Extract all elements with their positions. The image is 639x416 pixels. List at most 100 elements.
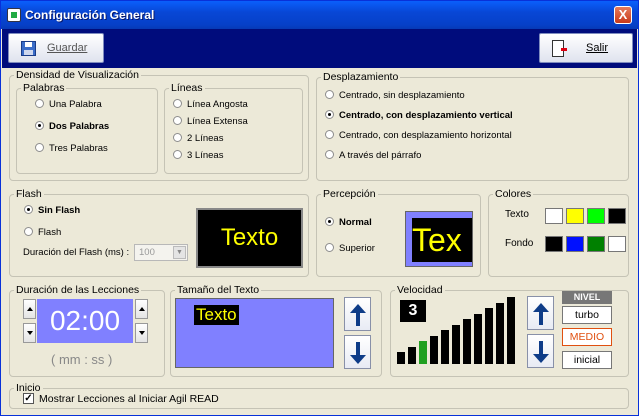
radio-label: Normal <box>339 217 372 228</box>
seconds-up-button[interactable] <box>135 299 148 319</box>
radio-label: Superior <box>339 243 375 254</box>
arrow-shaft <box>356 312 360 326</box>
speed-increase-button[interactable] <box>527 296 554 330</box>
exit-button[interactable]: Salir <box>539 33 633 63</box>
arrow-shaft <box>356 342 360 356</box>
flash-duration-select[interactable]: 100 ▼ <box>134 244 188 261</box>
words-legend: Palabras <box>23 82 65 94</box>
lesson-duration-legend: Duración de las Lecciones <box>16 284 140 296</box>
text-color-swatch[interactable] <box>587 208 605 224</box>
radio-label: Sin Flash <box>38 205 81 216</box>
triangle-down-icon <box>27 331 33 335</box>
radio-no-flash[interactable]: Sin Flash <box>24 205 80 216</box>
radio-two-words[interactable]: Dos Palabras <box>35 121 109 132</box>
radio-label: Una Palabra <box>49 99 102 110</box>
background-color-swatch[interactable] <box>566 236 584 252</box>
app-icon <box>7 8 21 22</box>
radio-dot <box>325 217 334 226</box>
radio-dot <box>173 133 182 142</box>
text-size-legend: Tamaño del Texto <box>177 284 260 296</box>
arrow-shaft <box>539 311 543 325</box>
radio-centered-horizontal[interactable]: Centrado, con desplazamiento horizontal <box>325 130 512 141</box>
text-color-swatch[interactable] <box>608 208 626 224</box>
speed-bar[interactable] <box>419 341 427 364</box>
background-color-swatch[interactable] <box>545 236 563 252</box>
radio-label: Centrado, sin desplazamiento <box>339 90 465 101</box>
radio-dot <box>35 121 44 130</box>
radio-dot <box>325 110 334 119</box>
radio-three-words[interactable]: Tres Palabras <box>35 143 108 154</box>
radio-wide-line[interactable]: Línea Extensa <box>173 116 248 127</box>
window-title: Configuración General <box>25 8 155 22</box>
background-color-swatch[interactable] <box>608 236 626 252</box>
speed-bar[interactable] <box>452 324 460 364</box>
radio-centered-vertical[interactable]: Centrado, con desplazamiento vertical <box>325 110 513 121</box>
radio-label: Tres Palabras <box>49 143 108 154</box>
radio-centered-no-scroll[interactable]: Centrado, sin desplazamiento <box>325 90 465 101</box>
radio-label: Centrado, con desplazamiento vertical <box>339 110 513 121</box>
text-color-swatch[interactable] <box>566 208 584 224</box>
speed-bar[interactable] <box>397 352 405 364</box>
radio-two-lines[interactable]: 2 Líneas <box>173 133 223 144</box>
radio-through-paragraph[interactable]: A través del párrafo <box>325 150 421 161</box>
radio-label: Dos Palabras <box>49 121 110 132</box>
level-medio[interactable]: MEDIO <box>562 328 612 346</box>
radio-three-lines[interactable]: 3 Líneas <box>173 150 223 161</box>
text-size-decrease-button[interactable] <box>344 335 371 369</box>
level-turbo[interactable]: turbo <box>562 306 612 324</box>
exit-door-icon <box>552 40 567 57</box>
seconds-down-button[interactable] <box>135 323 148 343</box>
radio-label: 2 Líneas <box>187 133 224 144</box>
speed-bar[interactable] <box>474 313 482 364</box>
radio-dot <box>325 90 334 99</box>
radio-superior[interactable]: Superior <box>325 243 375 254</box>
speed-bar[interactable] <box>496 302 504 364</box>
title-bar: Configuración General X <box>1 1 638 29</box>
speed-bar[interactable] <box>441 330 449 364</box>
duration-format-hint: ( mm : ss ) <box>51 352 113 367</box>
speed-bar[interactable] <box>485 308 493 364</box>
triangle-down-icon <box>139 331 145 335</box>
text-color-swatch[interactable] <box>545 208 563 224</box>
speed-bar[interactable] <box>507 297 515 364</box>
duration-display[interactable]: 02:00 <box>37 299 133 343</box>
radio-narrow-line[interactable]: Línea Angosta <box>173 99 248 110</box>
text-size-increase-button[interactable] <box>344 297 371 331</box>
close-button[interactable]: X <box>614 6 632 24</box>
radio-flash[interactable]: Flash <box>24 227 61 238</box>
background-color-swatch[interactable] <box>587 236 605 252</box>
minutes-down-button[interactable] <box>23 323 36 343</box>
text-color-label: Texto <box>505 209 529 220</box>
level-inicial[interactable]: inicial <box>562 351 612 369</box>
radio-label: A través del párrafo <box>339 150 422 161</box>
save-button[interactable]: Guardar <box>8 33 104 63</box>
startup-checkbox-label: Mostrar Lecciones al Iniciar Agil READ <box>39 393 219 405</box>
triangle-up-icon <box>139 307 145 311</box>
background-color-label: Fondo <box>505 238 534 249</box>
speed-bar[interactable] <box>408 346 416 364</box>
display-density-legend: Densidad de Visualización <box>16 69 139 81</box>
speed-bar[interactable] <box>430 335 438 364</box>
arrow-down-icon <box>350 355 366 364</box>
radio-normal[interactable]: Normal <box>325 217 372 228</box>
chevron-down-icon: ▼ <box>173 246 186 259</box>
radio-label: 3 Líneas <box>187 150 224 161</box>
radio-dot <box>24 227 33 236</box>
speed-bar[interactable] <box>463 319 471 364</box>
radio-one-word[interactable]: Una Palabra <box>35 99 102 110</box>
perception-preview: Tex <box>405 211 473 267</box>
radio-dot <box>325 130 334 139</box>
radio-dot <box>173 99 182 108</box>
arrow-shaft <box>539 341 543 355</box>
lines-legend: Líneas <box>171 82 203 94</box>
triangle-up-icon <box>27 307 33 311</box>
speed-decrease-button[interactable] <box>527 334 554 368</box>
flash-legend: Flash <box>16 188 42 200</box>
speed-bars[interactable] <box>397 297 519 364</box>
save-button-label: Guardar <box>47 42 88 54</box>
colors-group: Colores <box>488 188 629 277</box>
floppy-disk-icon <box>21 41 36 56</box>
startup-checkbox[interactable]: ✓ <box>23 393 34 404</box>
text-size-preview: Texto <box>175 298 334 368</box>
minutes-up-button[interactable] <box>23 299 36 319</box>
